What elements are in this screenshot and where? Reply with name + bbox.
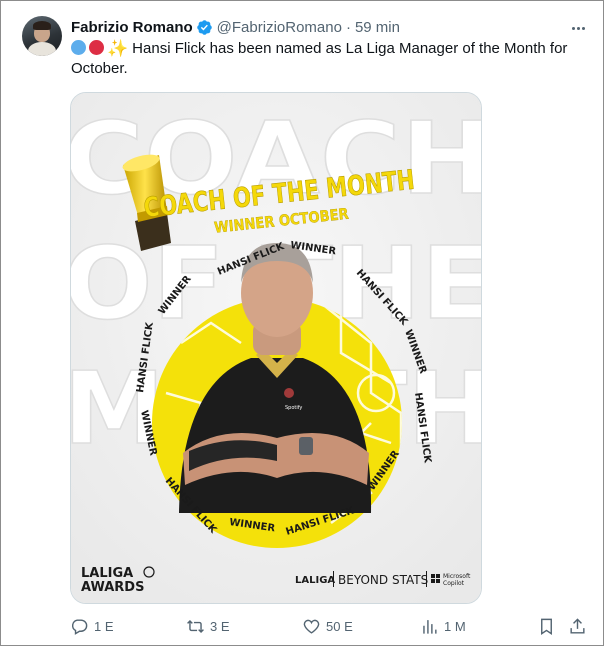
action-bar: 1 E 3 E 50 E 1 M (70, 614, 588, 638)
retweet-icon (187, 619, 204, 633)
footer-beyond-stats: BEYOND STATS (338, 573, 428, 587)
like-icon (303, 619, 320, 634)
bookmark-button[interactable] (537, 614, 556, 638)
footer-copilot: Copilot (443, 580, 465, 587)
bookmark-icon (541, 618, 552, 635)
tweet-media-image[interactable]: COACH OF THE MONTH COACH OF THE MONTH WI… (70, 92, 482, 604)
reply-icon (71, 618, 88, 635)
avatar[interactable] (22, 16, 62, 56)
retweet-count: 3 E (210, 618, 230, 634)
sparkles-icon: ✨ (107, 39, 129, 58)
views-count: 1 M (444, 618, 466, 634)
tweet-card: Fabrizio Romano @FabrizioRomano · 59 min… (0, 0, 604, 646)
reply-button[interactable]: 1 E (70, 614, 114, 638)
reply-count: 1 E (94, 618, 114, 634)
footer-laliga: LALIGA (295, 575, 335, 586)
views-button[interactable]: 1 M (420, 614, 466, 638)
tweet-header: Fabrizio Romano @FabrizioRomano · 59 min (71, 17, 400, 37)
laliga-logo-line1: LALIGA (81, 566, 133, 581)
author-handle[interactable]: @FabrizioRomano (217, 19, 342, 36)
views-icon (423, 619, 437, 634)
like-button[interactable]: 50 E (302, 614, 353, 638)
svg-text:Spotify: Spotify (285, 405, 302, 411)
laliga-logo-line2: AWARDS (81, 580, 144, 595)
red-circle-icon (89, 40, 104, 55)
header-separator: · (345, 18, 351, 36)
more-icon[interactable] (568, 19, 588, 37)
footer-microsoft: Microsoft (443, 573, 471, 580)
share-button[interactable] (568, 614, 587, 638)
blue-circle-icon (71, 40, 86, 55)
verified-badge-icon (196, 19, 212, 35)
tweet-body: Hansi Flick has been named as La Liga Ma… (71, 40, 568, 77)
timestamp[interactable]: 59 min (355, 19, 400, 36)
share-icon (570, 617, 585, 634)
retweet-button[interactable]: 3 E (186, 614, 230, 638)
tweet-text: ✨ Hansi Flick has been named as La Liga M… (71, 39, 591, 79)
author-name[interactable]: Fabrizio Romano (71, 19, 193, 36)
like-count: 50 E (326, 618, 353, 634)
